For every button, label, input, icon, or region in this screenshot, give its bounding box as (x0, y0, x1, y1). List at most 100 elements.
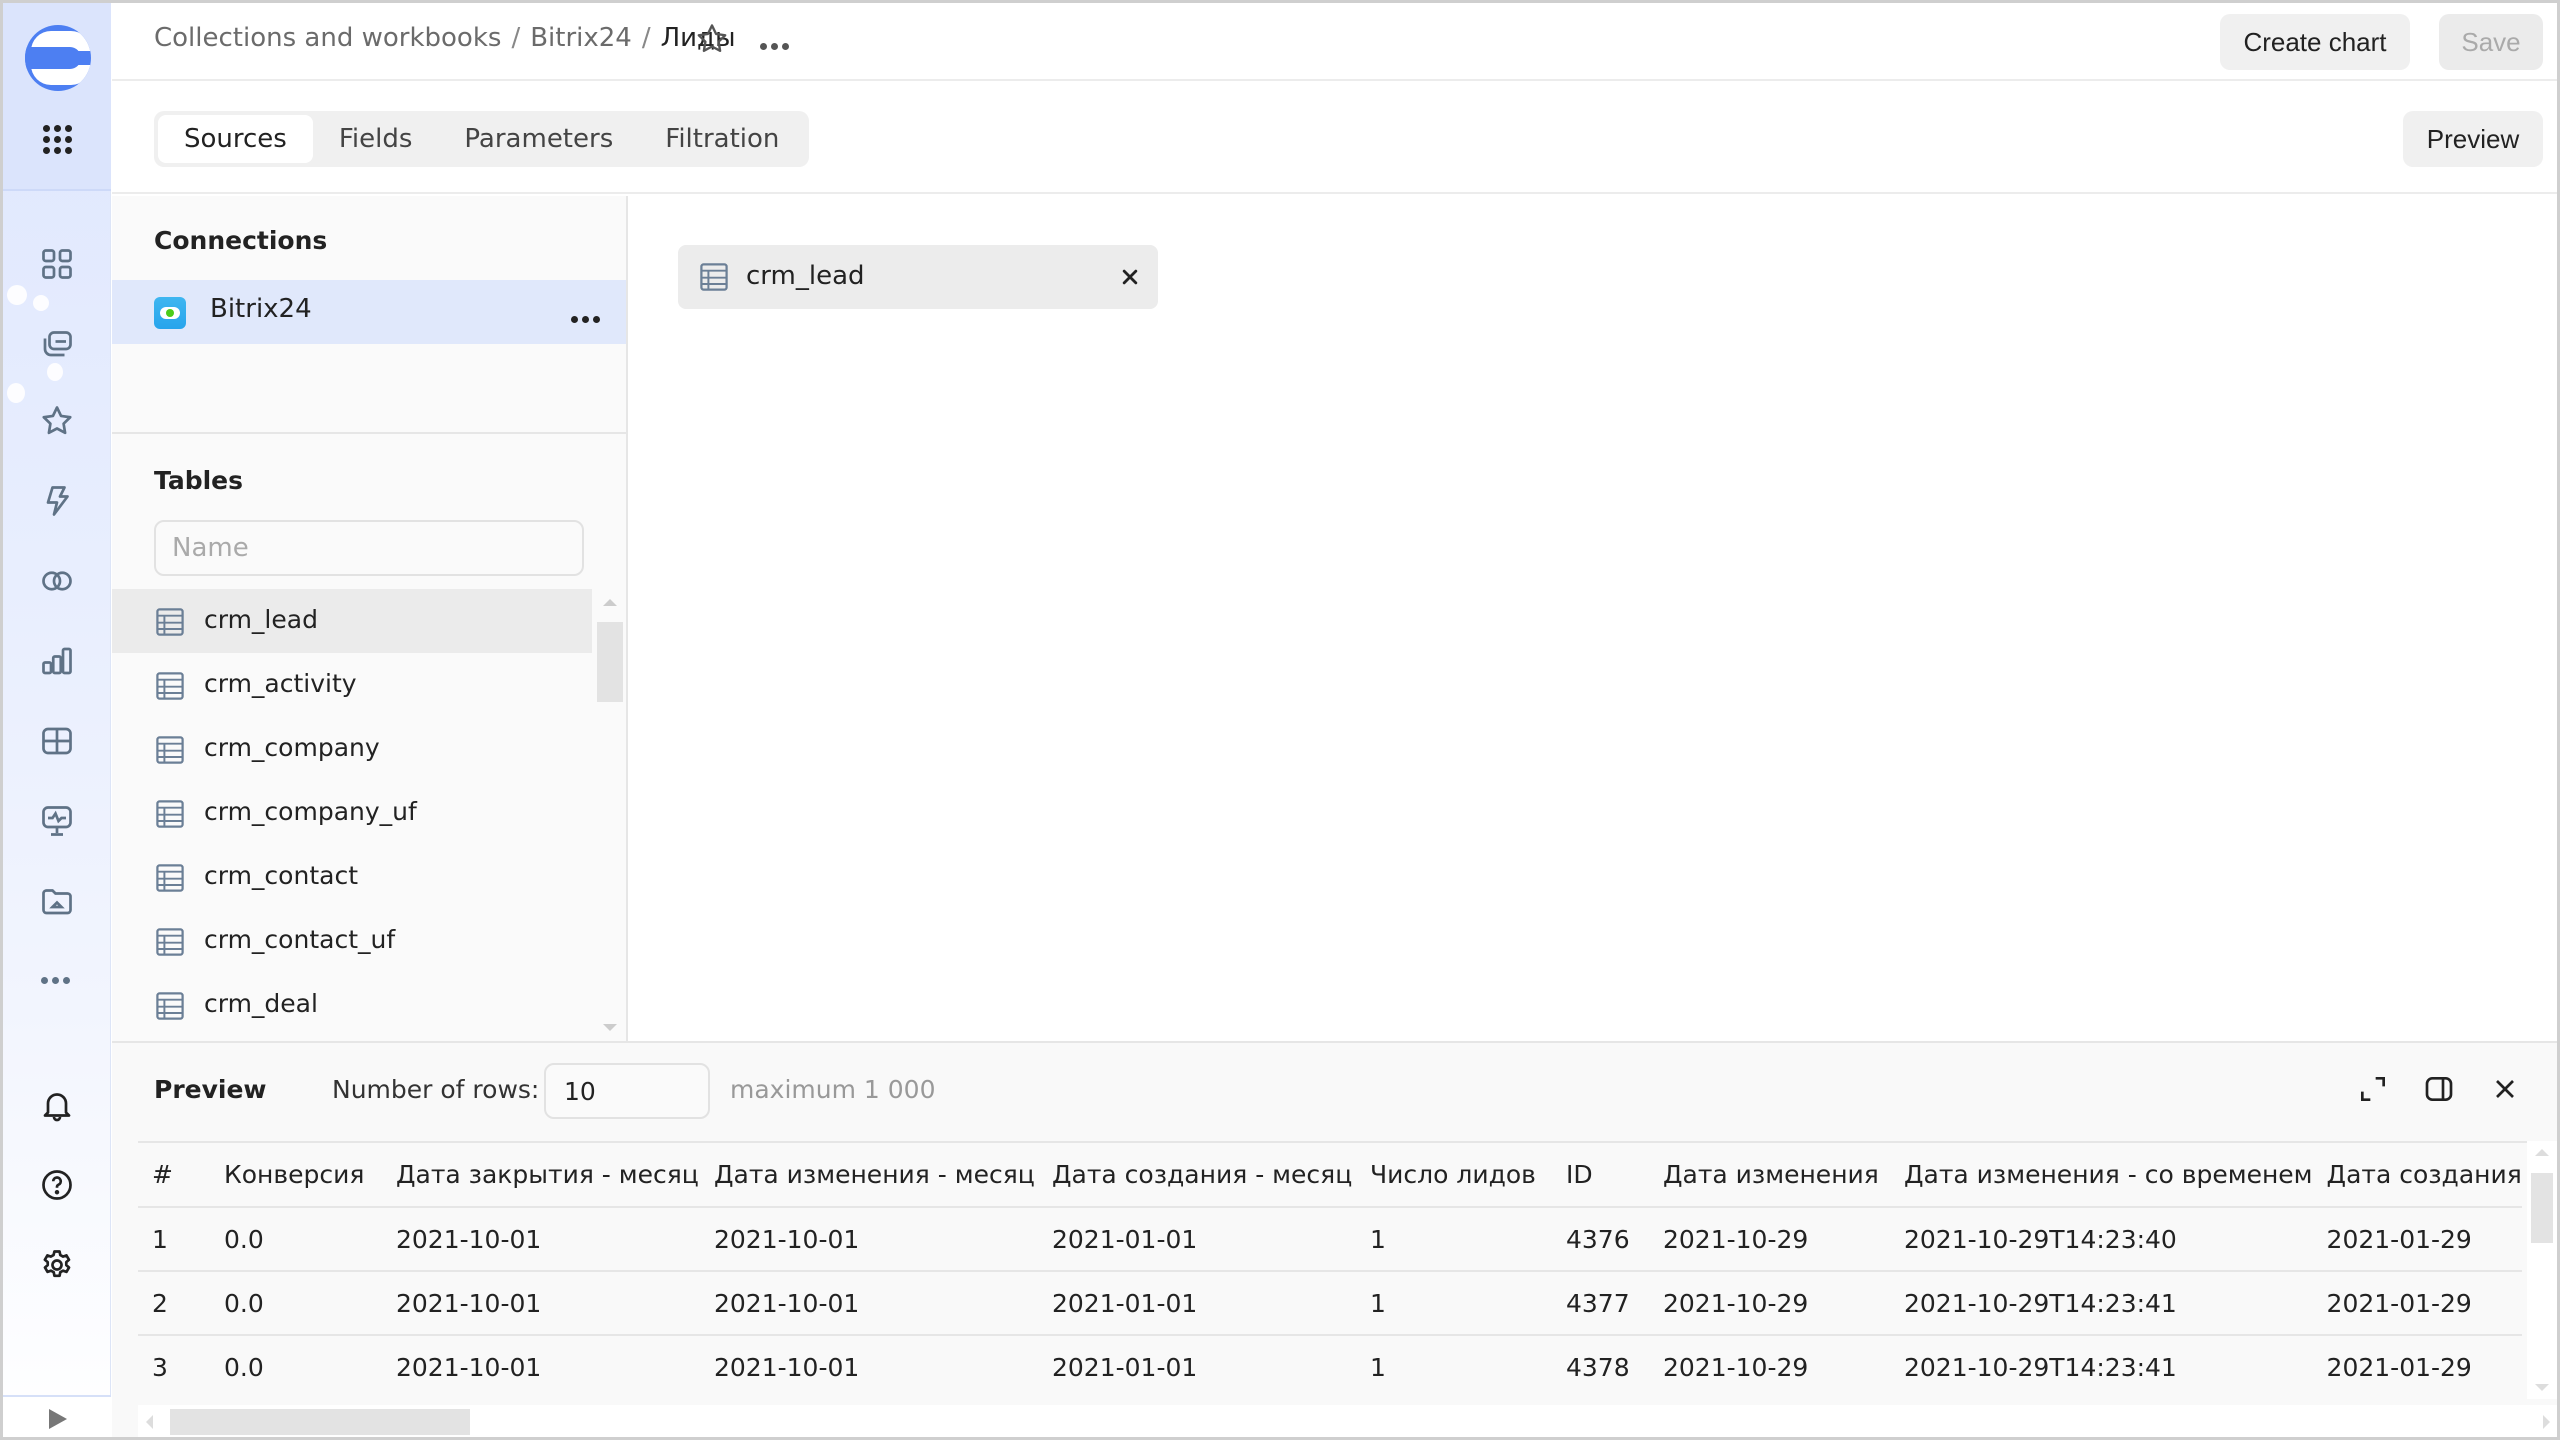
column-header[interactable]: Дата создания (2313, 1143, 2522, 1207)
source-workspace: crm_lead (630, 196, 2557, 1041)
tab-fields[interactable]: Fields (313, 115, 439, 163)
connection-name: Bitrix24 (210, 294, 312, 324)
remove-source-close-icon[interactable] (1116, 263, 1144, 291)
rows-count-input[interactable] (544, 1063, 710, 1119)
table-cell: 4376 (1552, 1206, 1649, 1271)
dashboards-icon[interactable] (39, 723, 75, 759)
table-icon (156, 608, 184, 636)
table-row: 1 0.0 2021-10-01 2021-10-01 2021-01-01 1 4376 2… (138, 1206, 2522, 1271)
column-header[interactable]: Дата изменения (1649, 1143, 1890, 1207)
table-list-item[interactable]: crm_contact_uf (112, 909, 592, 973)
apps-grid-icon[interactable] (43, 125, 73, 155)
tables-scrollbar[interactable] (594, 589, 626, 1041)
table-cell: 2021-01-01 (1038, 1334, 1356, 1399)
column-header[interactable]: Дата закрытия - месяц (382, 1143, 700, 1207)
notifications-bell-icon[interactable] (39, 1087, 75, 1123)
table-list-item[interactable]: crm_activity (112, 653, 592, 717)
table-cell: 2021-01-29 (2312, 1270, 2522, 1335)
table-header-row: # Конверсия Дата закрытия - месяц Дата изме… (138, 1143, 2522, 1207)
table-name: crm_company_uf (204, 797, 417, 826)
scroll-left-icon[interactable] (146, 1415, 153, 1429)
split-view-icon[interactable] (2423, 1073, 2455, 1105)
settings-gear-icon[interactable] (39, 1247, 75, 1283)
table-cell: 2021-10-29 (1649, 1206, 1890, 1271)
collections-icon[interactable] (39, 325, 75, 361)
scrollbar-thumb[interactable] (170, 1409, 470, 1435)
table-icon (156, 736, 184, 764)
scroll-up-icon[interactable] (2535, 1149, 2549, 1156)
monitoring-icon[interactable] (39, 803, 75, 839)
column-header[interactable]: # (138, 1143, 210, 1207)
table-cell: 2021-10-29T14:23:40 (1890, 1206, 2313, 1271)
more-icon[interactable] (41, 969, 77, 984)
close-preview-icon[interactable] (2489, 1073, 2521, 1105)
help-icon[interactable] (39, 1167, 75, 1203)
table-cell: 2021-10-01 (382, 1334, 700, 1399)
rows-max-hint: maximum 1 000 (730, 1075, 936, 1104)
scroll-up-icon[interactable] (603, 599, 617, 606)
table-search-input[interactable] (154, 520, 584, 576)
folder-home-icon[interactable] (39, 883, 75, 919)
table-cell: 2 (138, 1270, 210, 1335)
rows-count-label: Number of rows: (332, 1075, 540, 1104)
more-actions-icon[interactable] (760, 35, 794, 50)
table-cell: 1 (138, 1206, 210, 1271)
scroll-right-icon[interactable] (2543, 1415, 2550, 1429)
save-button[interactable]: Save (2439, 14, 2543, 70)
connection-more-icon[interactable] (571, 308, 604, 327)
table-cell: 2021-01-29 (2312, 1206, 2522, 1271)
divider (112, 432, 626, 434)
table-name: crm_contact (204, 861, 358, 890)
breadcrumb-item-workbook[interactable]: Bitrix24 (530, 23, 632, 53)
breadcrumb-separator: / (511, 23, 521, 53)
tab-filtration[interactable]: Filtration (639, 115, 805, 163)
preview-button[interactable]: Preview (2403, 111, 2543, 167)
collapse-sidebar-button[interactable] (3, 1395, 111, 1437)
table-cell: 2021-10-29 (1649, 1270, 1890, 1335)
table-cell: 2021-01-01 (1038, 1206, 1356, 1271)
tab-sources[interactable]: Sources (158, 115, 313, 163)
breadcrumb-item-collections[interactable]: Collections and workbooks (154, 23, 501, 53)
source-chip[interactable]: crm_lead (678, 245, 1158, 309)
header: Collections and workbooks / Bitrix24/Лиды … (112, 3, 2557, 81)
table-icon (156, 864, 184, 892)
datalens-logo[interactable] (25, 25, 91, 91)
table-name: crm_activity (204, 669, 357, 698)
preview-horizontal-scrollbar[interactable] (138, 1405, 2557, 1437)
datasets-icon[interactable] (39, 563, 75, 599)
tabs-bar: Sources Fields Parameters Filtration Pre… (112, 83, 2557, 194)
scrollbar-thumb[interactable] (2531, 1173, 2553, 1243)
favorite-star-icon[interactable] (694, 21, 730, 57)
table-cell: 2021-10-01 (382, 1270, 700, 1335)
table-cell: 2021-10-29 (1649, 1334, 1890, 1399)
dashboard-grid-icon[interactable] (39, 246, 75, 282)
favorites-star-icon[interactable] (39, 403, 75, 439)
scroll-down-icon[interactable] (603, 1024, 617, 1031)
table-list-item[interactable]: crm_company (112, 717, 592, 781)
table-list-item[interactable]: crm_contact (112, 845, 592, 909)
column-header[interactable]: ID (1552, 1143, 1649, 1207)
table-row: 3 0.0 2021-10-01 2021-10-01 2021-01-01 1 4378 2… (138, 1334, 2522, 1399)
charts-icon[interactable] (39, 643, 75, 679)
table-cell: 1 (1356, 1334, 1552, 1399)
scroll-down-icon[interactable] (2535, 1384, 2549, 1391)
breadcrumb: Collections and workbooks / Bitrix24/Лиды (154, 23, 736, 53)
table-list-item[interactable]: crm_deal (112, 973, 592, 1037)
column-header[interactable]: Число лидов (1356, 1143, 1552, 1207)
sidebar (3, 3, 111, 1437)
column-header[interactable]: Дата изменения - со временем (1890, 1143, 2313, 1207)
table-list-item[interactable]: crm_lead (112, 589, 592, 653)
tab-parameters[interactable]: Parameters (438, 115, 639, 163)
preview-panel: Preview Number of rows: maximum 1 000 #К… (112, 1041, 2557, 1437)
column-header[interactable]: Дата создания - месяц (1038, 1143, 1356, 1207)
table-list-item[interactable]: crm_company_uf (112, 781, 592, 845)
column-header[interactable]: Дата изменения - месяц (700, 1143, 1038, 1207)
preview-vertical-scrollbar[interactable] (2527, 1141, 2557, 1399)
create-chart-button[interactable]: Create chart (2220, 14, 2410, 70)
scrollbar-thumb[interactable] (597, 622, 623, 702)
connection-item[interactable]: Bitrix24 (112, 280, 626, 344)
fullscreen-icon[interactable] (2357, 1073, 2389, 1105)
bitrix24-cloud-icon (154, 297, 186, 329)
connections-bolt-icon[interactable] (39, 483, 75, 519)
column-header[interactable]: Конверсия (210, 1143, 382, 1207)
